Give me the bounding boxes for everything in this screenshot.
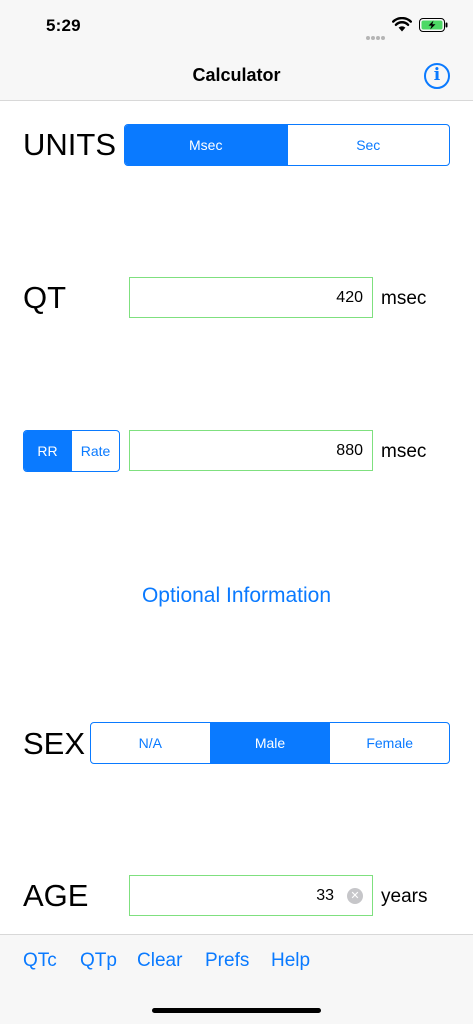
navigation-bar: Calculator i xyxy=(0,50,473,101)
sex-option-female[interactable]: Female xyxy=(329,723,449,763)
toolbar-qtc-button[interactable]: QTc xyxy=(23,950,57,972)
age-label: AGE xyxy=(23,878,89,913)
units-option-msec[interactable]: Msec xyxy=(125,125,287,165)
cellular-signal-icon xyxy=(366,27,388,40)
toolbar-clear-button[interactable]: Clear xyxy=(137,950,182,972)
status-bar: 5:29 xyxy=(0,0,473,50)
toolbar-help-button[interactable]: Help xyxy=(271,950,310,972)
info-button[interactable]: i xyxy=(424,63,450,89)
age-field[interactable]: ✕ xyxy=(129,875,373,916)
units-segmented-control: Msec Sec xyxy=(124,124,450,166)
rr-rate-segmented-control: RR Rate xyxy=(23,430,120,472)
page-title: Calculator xyxy=(192,65,281,85)
sex-option-na[interactable]: N/A xyxy=(91,723,210,763)
qt-unit: msec xyxy=(381,288,427,309)
rr-field[interactable] xyxy=(129,430,373,471)
rr-option-rate[interactable]: Rate xyxy=(71,431,119,471)
clear-text-icon[interactable]: ✕ xyxy=(347,888,363,904)
rr-option-rr[interactable]: RR xyxy=(24,431,71,471)
sex-segmented-control: N/A Male Female xyxy=(90,722,450,764)
qt-input[interactable] xyxy=(130,278,372,317)
home-indicator xyxy=(152,1008,321,1013)
sex-label: SEX xyxy=(23,726,86,761)
age-input[interactable] xyxy=(130,876,372,915)
units-option-sec[interactable]: Sec xyxy=(286,125,450,165)
wifi-icon xyxy=(392,17,412,32)
status-time: 5:29 xyxy=(46,16,81,35)
qt-label: QT xyxy=(23,280,67,315)
units-label: UNITS xyxy=(23,127,116,162)
qt-field[interactable] xyxy=(129,277,373,318)
rr-input[interactable] xyxy=(130,431,372,470)
sex-option-male[interactable]: Male xyxy=(209,723,330,763)
battery-charging-icon xyxy=(419,18,448,32)
optional-information-link[interactable]: Optional Information xyxy=(0,584,473,608)
age-unit: years xyxy=(381,886,428,907)
toolbar-prefs-button[interactable]: Prefs xyxy=(205,950,249,972)
rr-unit: msec xyxy=(381,441,427,462)
toolbar-qtp-button[interactable]: QTp xyxy=(80,950,117,972)
